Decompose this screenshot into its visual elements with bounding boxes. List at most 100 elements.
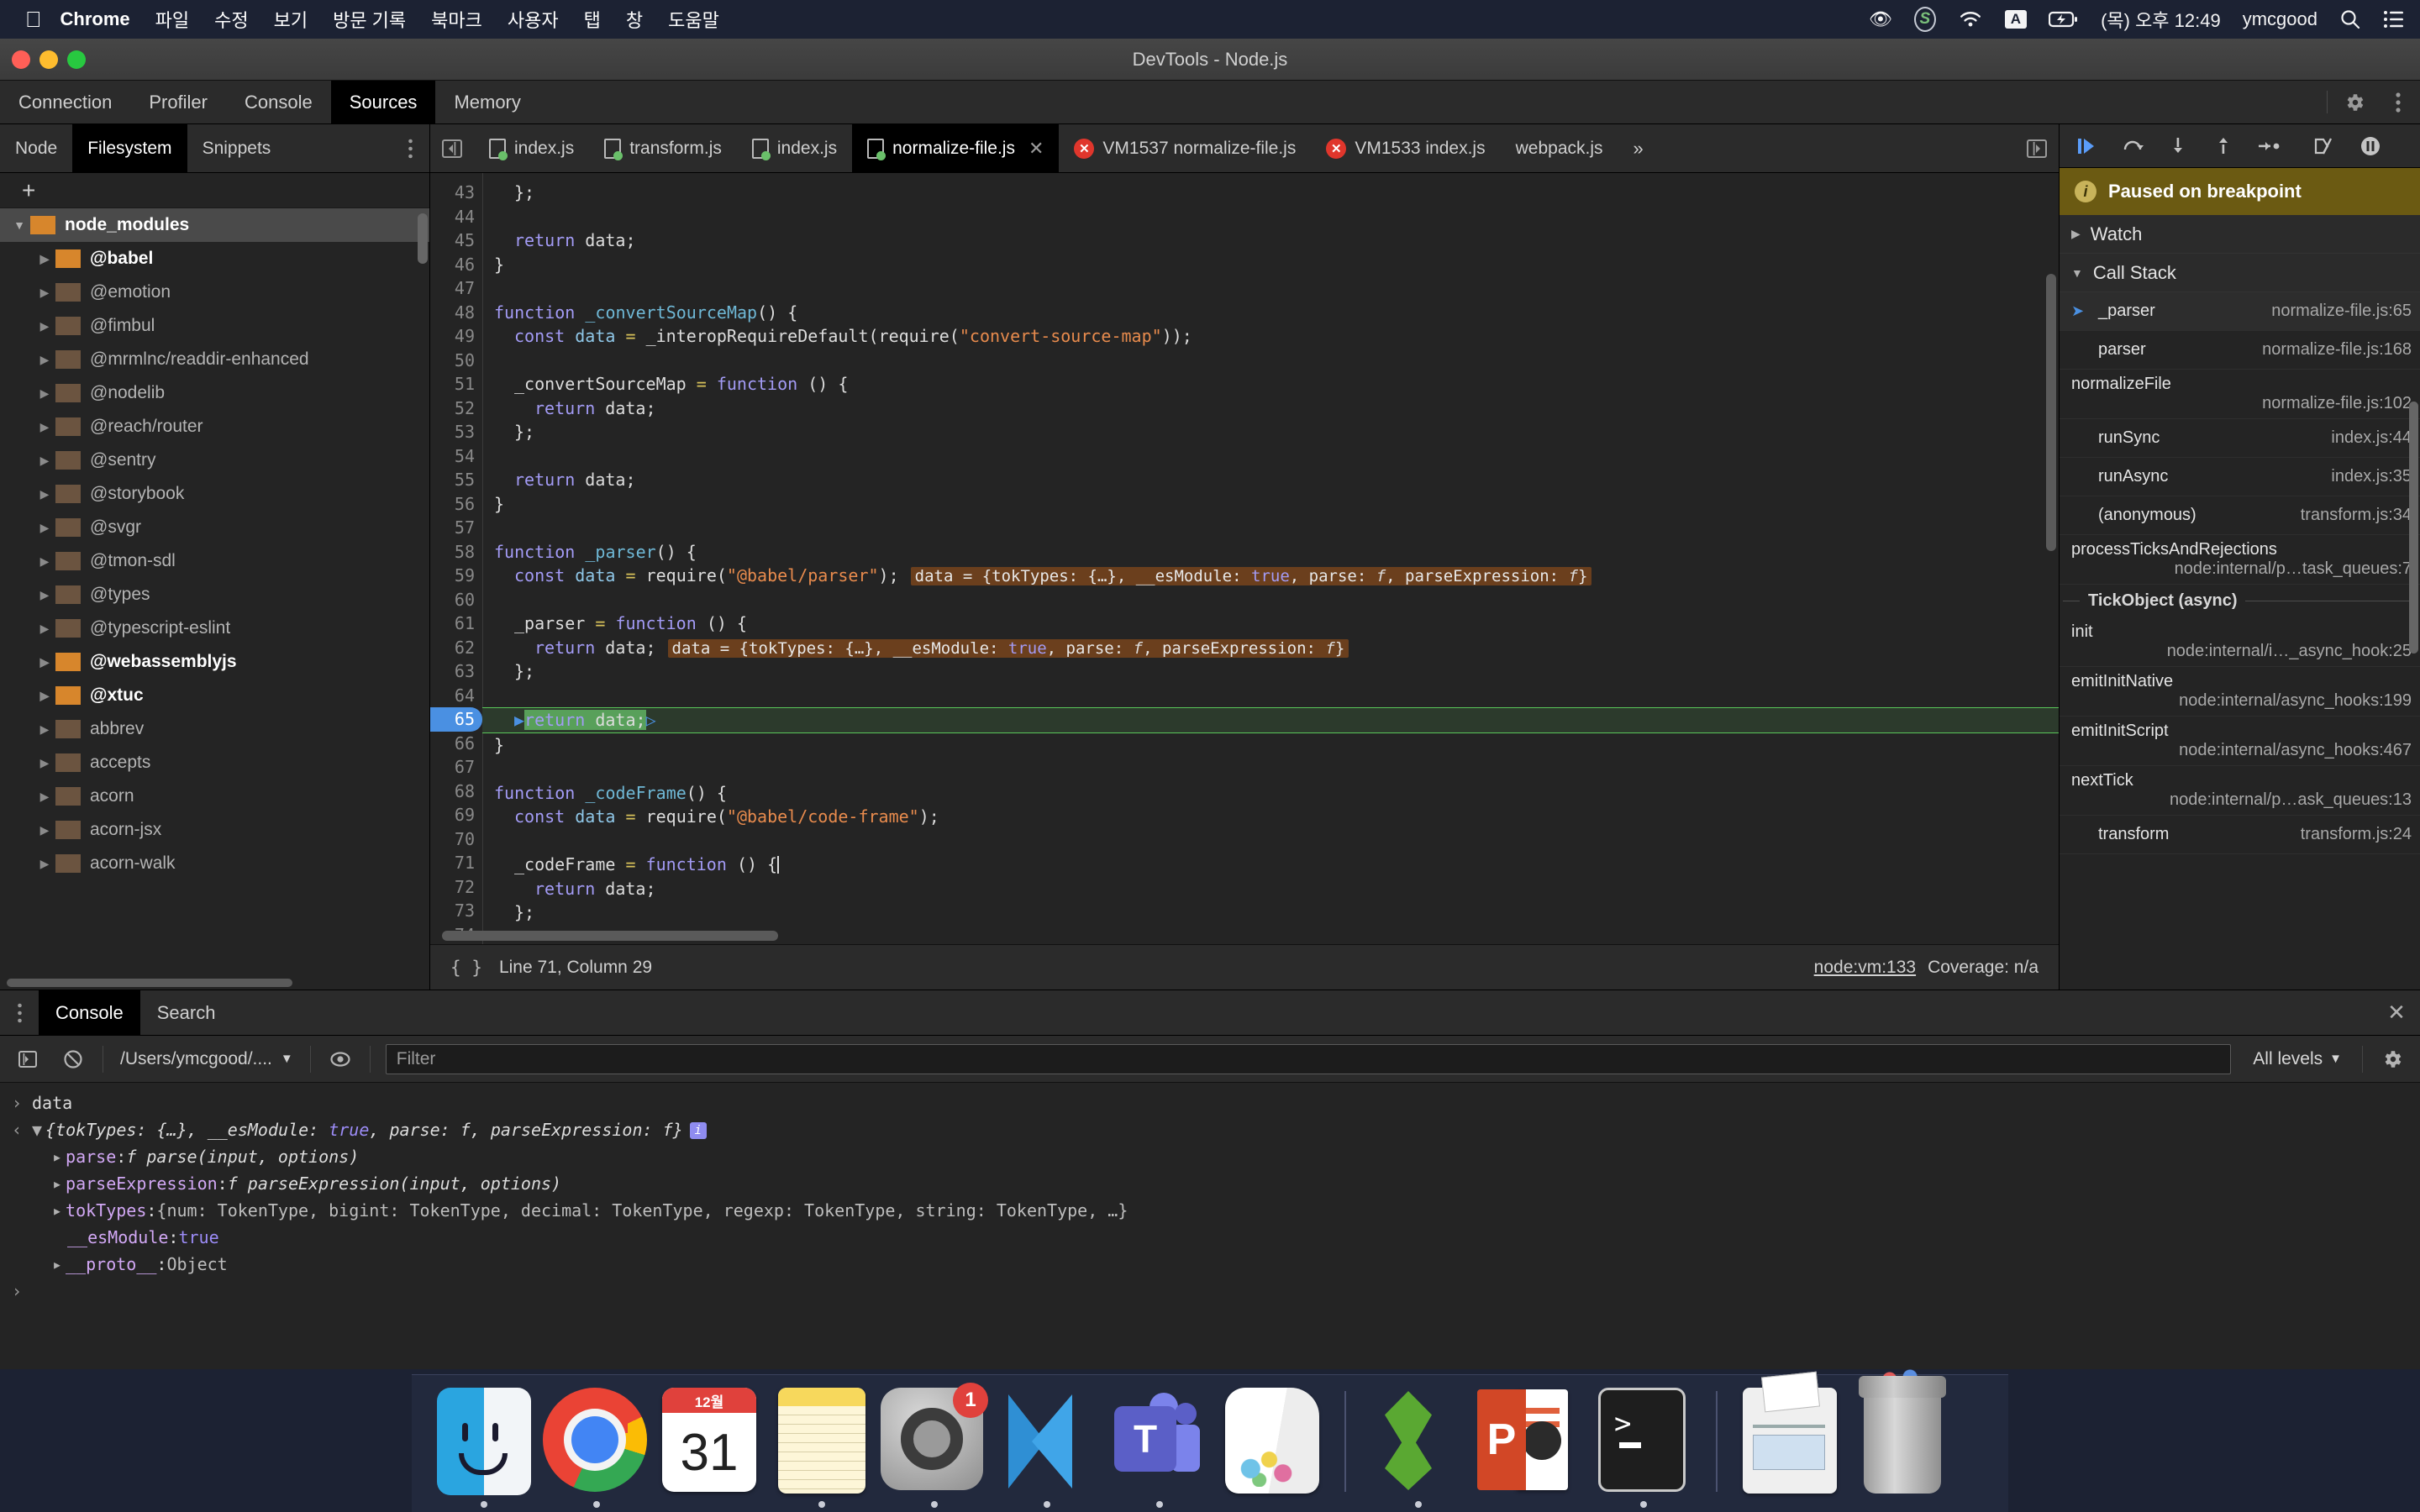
line-number-58[interactable]: 58 xyxy=(430,540,482,564)
call-stack-row-nexttick[interactable]: nextTick node:internal/p…ask_queues:13 xyxy=(2060,766,2420,816)
more-tabs-icon[interactable]: » xyxy=(1618,124,1659,172)
call-stack-row--anonymous-[interactable]: (anonymous) transform.js:34 xyxy=(2060,496,2420,535)
kebab-menu-icon[interactable] xyxy=(0,990,39,1035)
live-expression-icon[interactable] xyxy=(318,1036,363,1083)
call-stack-list[interactable]: ➤ _parser normalize-file.js:65 parser normal… xyxy=(2060,292,2420,854)
dock-item-trash[interactable] xyxy=(1849,1369,1956,1495)
call-stack-row--parser[interactable]: ➤ _parser normalize-file.js:65 xyxy=(2060,292,2420,331)
code-line-56[interactable]: } xyxy=(482,492,2059,517)
step-over-icon[interactable] xyxy=(2110,124,2155,168)
call-stack-row-runasync[interactable]: runAsync index.js:35 xyxy=(2060,458,2420,496)
code-line-64[interactable] xyxy=(482,684,2059,708)
console-log-levels-selector[interactable]: All levels ▼ xyxy=(2239,1049,2355,1069)
code-line-58[interactable]: function _parser() { xyxy=(482,540,2059,564)
dock-item-teams[interactable]: T xyxy=(1106,1388,1213,1508)
expand-panel-icon[interactable] xyxy=(2015,124,2059,172)
tree-scrollbar[interactable] xyxy=(418,213,428,264)
chevron-right-icon[interactable]: ▶ xyxy=(34,722,55,737)
minimize-window-button[interactable] xyxy=(39,50,58,69)
file-tab-vm1533-index-js[interactable]: ✕ VM1533 index.js xyxy=(1311,124,1500,172)
pretty-print-icon[interactable]: { } xyxy=(450,958,482,978)
line-number-62[interactable]: 62 xyxy=(430,636,482,660)
dock-item-system-preferences[interactable]: 1 xyxy=(881,1383,988,1508)
code-content[interactable]: }; return data;} function _convertSource… xyxy=(482,173,2059,944)
dock-item-finder[interactable] xyxy=(430,1388,538,1508)
console-property-row[interactable]: ▸ parseExpression: f parseExpression(inpu… xyxy=(0,1170,2420,1197)
tree-item--sentry[interactable]: ▶ @sentry xyxy=(0,444,429,477)
code-line-60[interactable] xyxy=(482,588,2059,612)
tree-item-abbrev[interactable]: ▶ abbrev xyxy=(0,712,429,746)
console-output[interactable]: › data ‹ ▼ {tokTypes: {…}, __esModule: tr… xyxy=(0,1083,2420,1411)
file-tree[interactable]: ▼ node_modules ▶ @babel ▶ @emotion ▶ @fimbul ▶ @m… xyxy=(0,208,429,976)
dock-item-vscode[interactable] xyxy=(993,1388,1101,1508)
tree-item-node-modules[interactable]: ▼ node_modules xyxy=(0,208,429,242)
line-number-56[interactable]: 56 xyxy=(430,492,482,517)
line-number-43[interactable]: 43 xyxy=(430,181,482,205)
menubar-item-edit[interactable]: 수정 xyxy=(214,6,248,33)
editor-horizontal-scrollbar[interactable] xyxy=(442,931,778,941)
collapse-sidebar-icon[interactable] xyxy=(430,124,474,172)
tree-item--typescript-eslint[interactable]: ▶ @typescript-eslint xyxy=(0,612,429,645)
nav-tab-node[interactable]: Node xyxy=(0,124,72,172)
menubar-clock[interactable]: (목) 오후 12:49 xyxy=(2101,6,2221,33)
tree-item-acorn[interactable]: ▶ acorn xyxy=(0,780,429,813)
code-line-65[interactable]: ▶return data;▷ xyxy=(482,707,2059,733)
drawer-tab-console[interactable]: Console xyxy=(39,990,140,1035)
console-sidebar-icon[interactable] xyxy=(5,1036,50,1083)
code-line-50[interactable] xyxy=(482,349,2059,373)
line-number-gutter[interactable]: 43 44 45 46 47 48 49 50 51 52 53 54 55 56 57 58 59 60 61 62… xyxy=(430,173,482,944)
code-line-46[interactable]: } xyxy=(482,253,2059,277)
close-icon[interactable]: ✕ xyxy=(1028,138,1044,160)
code-line-57[interactable] xyxy=(482,516,2059,540)
chevron-right-icon[interactable]: ▶ xyxy=(34,353,55,367)
line-number-65[interactable]: 65 xyxy=(430,707,482,732)
navigator-horizontal-scrollbar[interactable] xyxy=(0,976,429,990)
dock-item-evernote[interactable] xyxy=(1365,1388,1472,1508)
tree-item--nodelib[interactable]: ▶ @nodelib xyxy=(0,376,429,410)
line-number-46[interactable]: 46 xyxy=(430,253,482,277)
execution-context-selector[interactable]: /Users/ymcgood/.... ▼ xyxy=(110,1049,303,1069)
chevron-right-icon[interactable]: ▶ xyxy=(34,689,55,703)
tree-item--storybook[interactable]: ▶ @storybook xyxy=(0,477,429,511)
chevron-right-icon[interactable]: ▶ xyxy=(34,386,55,401)
wifi-icon[interactable] xyxy=(1958,9,1983,29)
code-line-69[interactable]: const data = require("@babel/code-frame"… xyxy=(482,805,2059,829)
tab-sources[interactable]: Sources xyxy=(330,81,436,123)
menubar-item-profiles[interactable]: 사용자 xyxy=(508,6,559,33)
code-line-55[interactable]: return data; xyxy=(482,468,2059,492)
code-line-61[interactable]: _parser = function () { xyxy=(482,612,2059,636)
chevron-right-icon[interactable]: ▶ xyxy=(34,823,55,837)
line-number-45[interactable]: 45 xyxy=(430,228,482,253)
chevron-right-icon[interactable]: ▶ xyxy=(34,655,55,669)
code-line-72[interactable]: return data; xyxy=(482,877,2059,901)
menubar-item-window[interactable]: 창 xyxy=(626,6,643,33)
tree-item--types[interactable]: ▶ @types xyxy=(0,578,429,612)
line-number-73[interactable]: 73 xyxy=(430,899,482,923)
line-number-47[interactable]: 47 xyxy=(430,276,482,301)
apple-icon[interactable]:  xyxy=(25,8,42,30)
line-number-61[interactable]: 61 xyxy=(430,612,482,636)
clear-console-icon[interactable] xyxy=(50,1036,96,1083)
line-number-51[interactable]: 51 xyxy=(430,372,482,396)
tab-profiler[interactable]: Profiler xyxy=(130,81,226,123)
call-stack-row-parser[interactable]: parser normalize-file.js:168 xyxy=(2060,331,2420,370)
step-into-icon[interactable] xyxy=(2155,124,2201,168)
console-property-row[interactable]: ▸ parse: f parse(input, options) xyxy=(0,1143,2420,1170)
console-property-row[interactable]: ▸ tokTypes: {num: TokenType, bigint: Toke… xyxy=(0,1197,2420,1224)
line-number-53[interactable]: 53 xyxy=(430,420,482,444)
file-tab-vm1537-normalize-file-js[interactable]: ✕ VM1537 normalize-file.js xyxy=(1059,124,1311,172)
line-number-60[interactable]: 60 xyxy=(430,588,482,612)
chevron-down-icon[interactable]: ▼ xyxy=(8,218,30,232)
dock-item-scanner[interactable] xyxy=(1736,1371,1844,1495)
menubar-item-help[interactable]: 도움말 xyxy=(668,6,719,33)
call-stack-row-emitinitscript[interactable]: emitInitScript node:internal/async_hooks:… xyxy=(2060,717,2420,766)
add-folder-button[interactable]: + xyxy=(0,173,429,208)
code-line-45[interactable]: return data; xyxy=(482,228,2059,253)
tree-item-acorn-walk[interactable]: ▶ acorn-walk xyxy=(0,847,429,880)
call-stack-row-normalizefile[interactable]: normalizeFile normalize-file.js:102 xyxy=(2060,370,2420,419)
dock-item-notes[interactable] xyxy=(768,1388,876,1508)
maximize-window-button[interactable] xyxy=(67,50,86,69)
dock-item-chrome[interactable] xyxy=(543,1388,650,1508)
code-line-51[interactable]: _convertSourceMap = function () { xyxy=(482,372,2059,396)
file-tab-normalize-file-js[interactable]: normalize-file.js ✕ xyxy=(852,124,1060,172)
